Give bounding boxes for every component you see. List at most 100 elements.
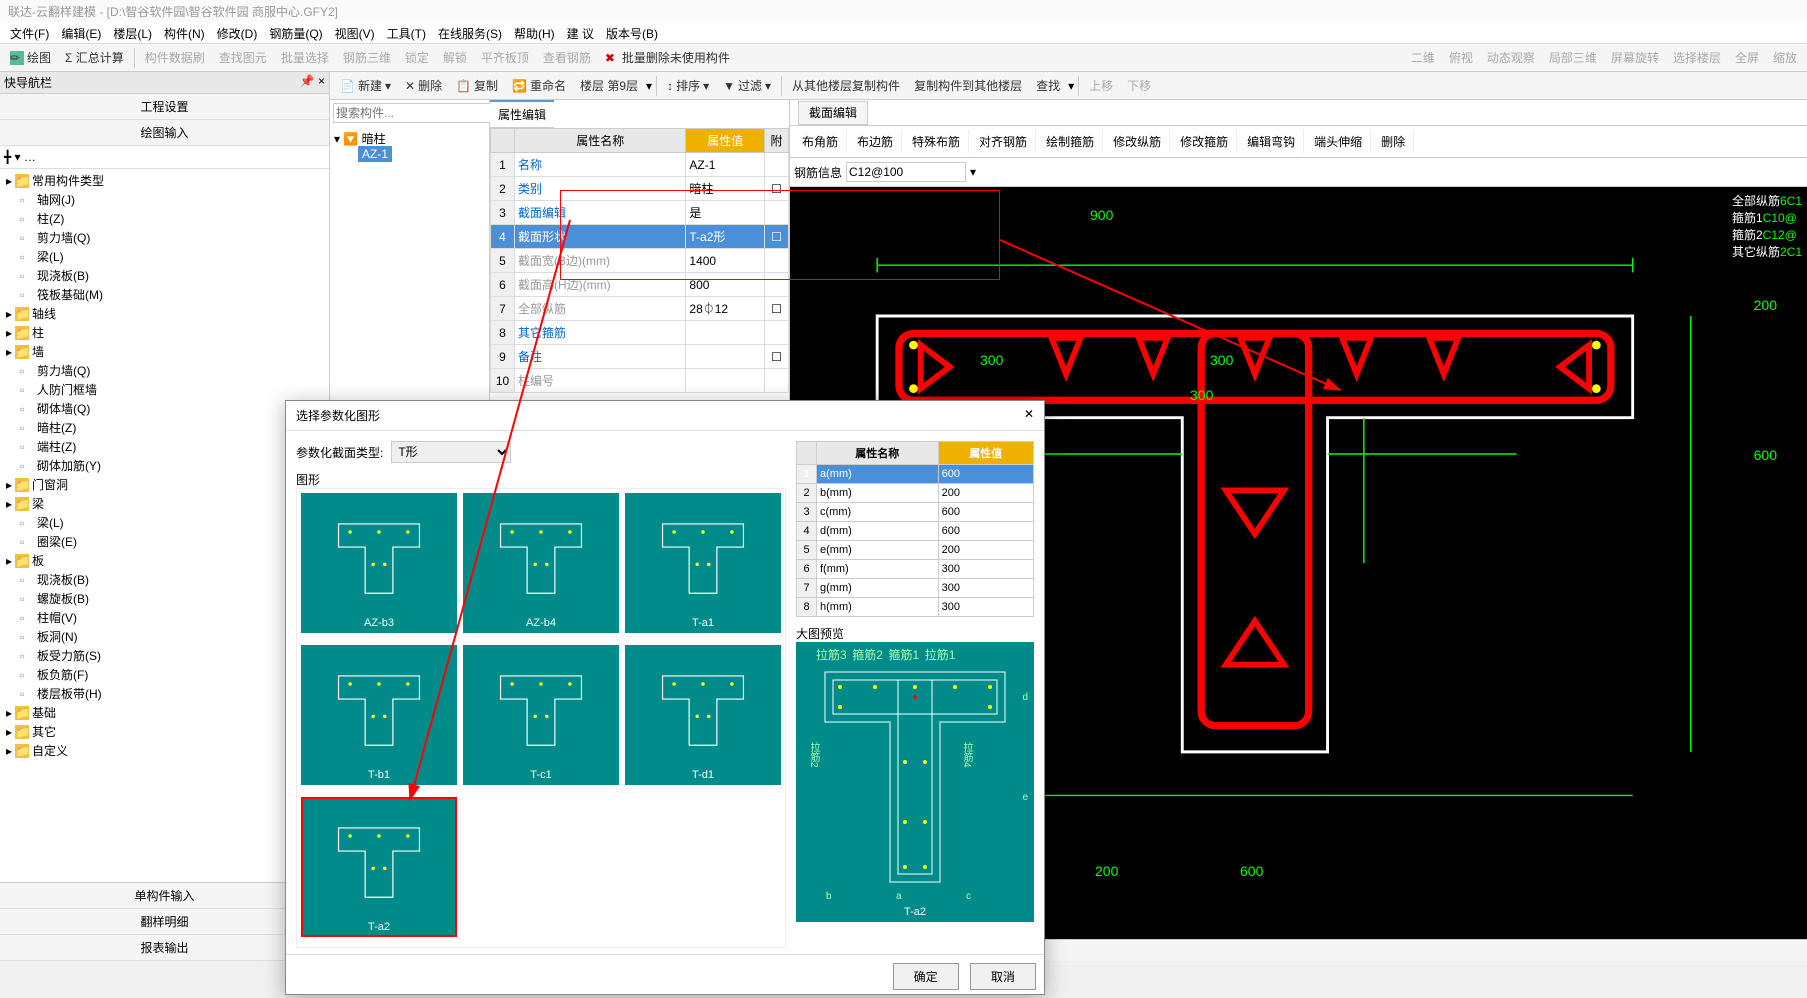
tb-batch-sel[interactable]: 批量选择	[275, 47, 335, 68]
rt-align[interactable]: 对齐钢筋	[971, 130, 1036, 153]
tree-item[interactable]: ▸ 📁 其它	[2, 722, 327, 741]
tree-item[interactable]: ▫ 板受力筋(S)	[2, 646, 327, 665]
param-row[interactable]: 3c(mm)600	[797, 503, 1034, 522]
tb2-sort[interactable]: ↕排序 ▾	[661, 75, 715, 96]
search-input[interactable]	[333, 103, 494, 123]
tb2-new[interactable]: 📄新建 ▾	[334, 75, 397, 96]
tree-item[interactable]: ▫ 暗柱(Z)	[2, 418, 327, 437]
tb2-copy-from[interactable]: 从其他楼层复制构件	[786, 75, 906, 96]
rt-hook[interactable]: 编辑弯钩	[1239, 130, 1304, 153]
tb-rotate[interactable]: 屏幕旋转	[1605, 47, 1665, 68]
param-row[interactable]: 7g(mm)300	[797, 579, 1034, 598]
tree-item[interactable]: ▫ 端柱(Z)	[2, 437, 327, 456]
tb-rebar3d[interactable]: 钢筋三维	[337, 47, 397, 68]
tree-item[interactable]: ▫ 砌体加筋(Y)	[2, 456, 327, 475]
tree-item[interactable]: ▫ 螺旋板(B)	[2, 589, 327, 608]
tree-item[interactable]: ▫ 筏板基础(M)	[2, 285, 327, 304]
tb2-copy[interactable]: 📋复制	[450, 75, 504, 96]
prop-row[interactable]: 1名称AZ-1	[491, 153, 789, 177]
param-table[interactable]: 属性名称属性值 1a(mm)6002b(mm)2003c(mm)6004d(mm…	[796, 441, 1034, 617]
prop-row[interactable]: 5截面宽(B边)(mm)1400	[491, 249, 789, 273]
menu-suggest[interactable]: 建 议	[561, 22, 600, 43]
tb2-search[interactable]: 查找	[1030, 75, 1066, 96]
tb-find[interactable]: 查找图元	[213, 47, 273, 68]
shape-T-a1[interactable]: T-a1	[625, 493, 781, 633]
tree-item[interactable]: ▫ 楼层板带(H)	[2, 684, 327, 703]
property-table[interactable]: 属性名称属性值附 1名称AZ-12类别暗柱☐3截面编辑是4截面形状T-a2形☐5…	[490, 128, 789, 393]
btab-single[interactable]: 单构件输入	[0, 883, 329, 909]
menu-online[interactable]: 在线服务(S)	[432, 22, 508, 43]
tree-item[interactable]: ▫ 剪力墙(Q)	[2, 361, 327, 380]
tree-item[interactable]: ▸ 📁 柱	[2, 323, 327, 342]
prop-row[interactable]: 6截面高(H边)(mm)800	[491, 273, 789, 297]
tb-lock[interactable]: 锁定	[399, 47, 435, 68]
menu-view[interactable]: 视图(V)	[329, 22, 381, 43]
tb2-down[interactable]: 下移	[1121, 75, 1157, 96]
tb-brush[interactable]: 构件数据刷	[139, 47, 211, 68]
tab-draw[interactable]: 绘图输入	[0, 120, 329, 146]
param-row[interactable]: 2b(mm)200	[797, 484, 1034, 503]
tb-calc[interactable]: Σ 汇总计算	[59, 47, 130, 68]
rt-extend[interactable]: 端头伸缩	[1306, 130, 1371, 153]
rt-corner[interactable]: 布角筋	[794, 130, 847, 153]
tb2-copy-to[interactable]: 复制构件到其他楼层	[908, 75, 1028, 96]
toolbar-mini[interactable]: ╋ ▾ …	[0, 146, 329, 169]
param-row[interactable]: 6f(mm)300	[797, 560, 1034, 579]
menu-rebar[interactable]: 钢筋量(Q)	[263, 22, 328, 43]
tb2-floor[interactable]: 楼层 第9层	[574, 75, 644, 96]
tree-item[interactable]: ▫ 柱(Z)	[2, 209, 327, 228]
component-tree[interactable]: ▸ 📁 常用构件类型▫ 轴网(J)▫ 柱(Z)▫ 剪力墙(Q)▫ 梁(L)▫ 现…	[0, 169, 329, 882]
tb2-rename[interactable]: 🔁重命名	[506, 75, 572, 96]
shape-T-b1[interactable]: T-b1	[301, 645, 457, 785]
tree-item[interactable]: ▸ 📁 梁	[2, 494, 327, 513]
tb-unlock[interactable]: 解锁	[437, 47, 473, 68]
tree-item[interactable]: ▫ 板洞(N)	[2, 627, 327, 646]
tree-item[interactable]: ▫ 现浇板(B)	[2, 266, 327, 285]
tab-project[interactable]: 工程设置	[0, 94, 329, 120]
btab-report[interactable]: 报表输出	[0, 935, 329, 961]
btab-detail[interactable]: 翻样明细	[0, 909, 329, 935]
rt-special[interactable]: 特殊布筋	[904, 130, 969, 153]
menu-floor[interactable]: 楼层(L)	[107, 22, 158, 43]
tb-batch-del[interactable]: ✖批量删除未使用构件	[599, 47, 736, 68]
tb-local3d[interactable]: 局部三维	[1543, 47, 1603, 68]
prop-row[interactable]: 3截面编辑是	[491, 201, 789, 225]
type-select[interactable]: T形	[391, 441, 511, 463]
tree-item[interactable]: ▫ 人防门框墙	[2, 380, 327, 399]
tree-child[interactable]: AZ-1	[358, 146, 392, 162]
tb-orbit[interactable]: 动态观察	[1481, 47, 1541, 68]
tb-top[interactable]: 俯视	[1443, 47, 1479, 68]
menu-tools[interactable]: 工具(T)	[381, 22, 432, 43]
param-row[interactable]: 4d(mm)600	[797, 522, 1034, 541]
tree-item[interactable]: ▸ 📁 常用构件类型	[2, 171, 327, 190]
menu-edit[interactable]: 编辑(E)	[55, 22, 107, 43]
nav-pin-icon[interactable]: 📌 ×	[300, 74, 325, 91]
prop-row[interactable]: 2类别暗柱☐	[491, 177, 789, 201]
tree-root[interactable]: ▾ 🔽 暗柱	[334, 130, 485, 147]
tree-item[interactable]: ▫ 板负筋(F)	[2, 665, 327, 684]
param-row[interactable]: 1a(mm)600	[797, 465, 1034, 484]
param-row[interactable]: 5e(mm)200	[797, 541, 1034, 560]
rt-mod-long[interactable]: 修改纵筋	[1105, 130, 1170, 153]
tree-item[interactable]: ▸ 📁 墙	[2, 342, 327, 361]
shapes-grid[interactable]: AZ-b3AZ-b4T-a1T-b1T-c1T-d1T-a2	[296, 488, 786, 948]
prop-row[interactable]: 7全部纵筋28⏀12☐	[491, 297, 789, 321]
tree-item[interactable]: ▫ 梁(L)	[2, 513, 327, 532]
cancel-button[interactable]: 取消	[970, 963, 1036, 990]
tree-item[interactable]: ▸ 📁 门窗洞	[2, 475, 327, 494]
tb-draw[interactable]: ✏绘图	[4, 47, 57, 68]
tb2-up[interactable]: 上移	[1083, 75, 1119, 96]
tree-item[interactable]: ▫ 剪力墙(Q)	[2, 228, 327, 247]
tree-item[interactable]: ▫ 梁(L)	[2, 247, 327, 266]
tb-2d[interactable]: 二维	[1405, 47, 1441, 68]
tree-item[interactable]: ▫ 砌体墙(Q)	[2, 399, 327, 418]
tb-full[interactable]: 全屏	[1729, 47, 1765, 68]
shape-AZ-b4[interactable]: AZ-b4	[463, 493, 619, 633]
close-icon[interactable]: ✕	[1024, 407, 1034, 424]
shape-AZ-b3[interactable]: AZ-b3	[301, 493, 457, 633]
menu-modify[interactable]: 修改(D)	[211, 22, 264, 43]
rt-draw[interactable]: 绘制箍筋	[1038, 130, 1103, 153]
shape-T-a2[interactable]: T-a2	[301, 797, 457, 937]
tb-zoom[interactable]: 缩放	[1767, 47, 1803, 68]
menu-version[interactable]: 版本号(B)	[600, 22, 664, 43]
